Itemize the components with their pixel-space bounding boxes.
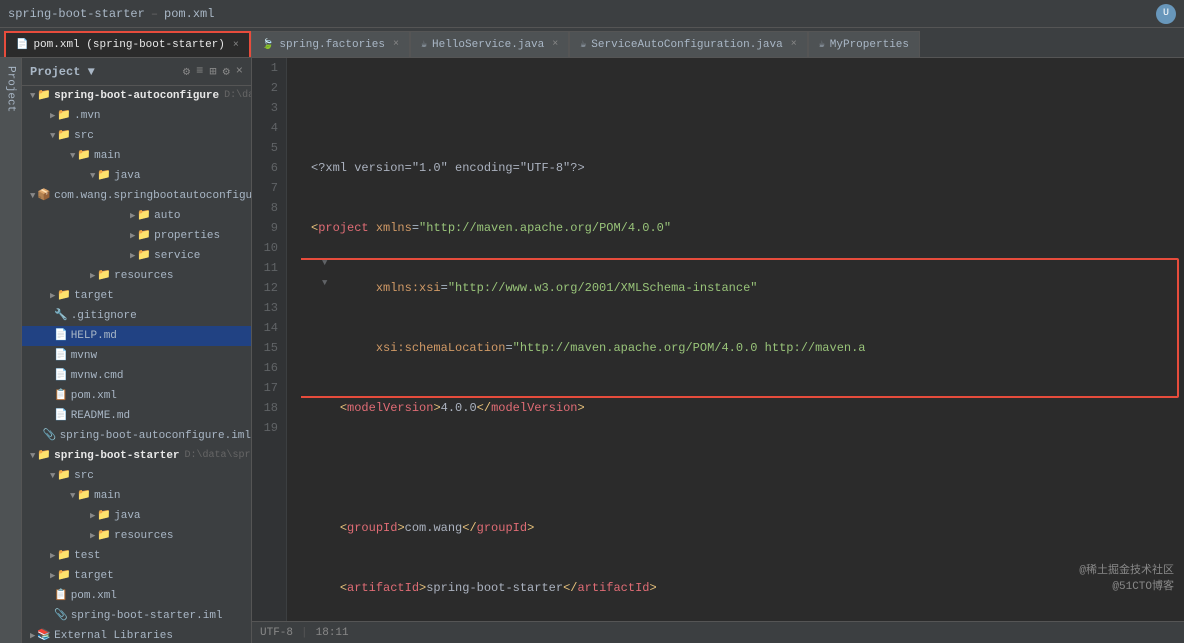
sidebar-header: Project ▼ ⚙ ≡ ⊞ ⚙ × <box>22 58 251 86</box>
tree-item-package-auto[interactable]: ▼ 📦 com.wang.springbootautoconfigure <box>22 186 251 206</box>
tree-item-pom-xml-auto[interactable]: 📋 pom.xml <box>22 386 251 406</box>
sidebar-dropdown[interactable]: Project ▼ <box>30 65 95 79</box>
sidebar: Project ▼ ⚙ ≡ ⊞ ⚙ × ▼ 📁 spring-boot-auto… <box>22 58 252 643</box>
tab-close-pom-xml[interactable]: × <box>233 40 239 51</box>
autoconfigure-name: spring-boot-autoconfigure <box>54 86 219 106</box>
watermark: @稀土掘金技术社区 @51CTO博客 <box>1079 561 1174 593</box>
tab-my-properties-label: MyProperties <box>830 39 909 51</box>
tab-spring-factories-label: spring.factories <box>279 39 385 51</box>
line-numbers: 1 2 3 4 5 6 7 8 9 10 11 12 13 14 15 16 1 <box>252 58 287 621</box>
tab-service-icon: ☕ <box>580 39 586 51</box>
tab-service-auto-config[interactable]: ☕ ServiceAutoConfiguration.java × <box>569 31 807 57</box>
tree-item-resources-auto[interactable]: ▶ 📁 resources <box>22 266 251 286</box>
title-project: spring-boot-starter <box>8 7 145 21</box>
tab-bar: 📄 pom.xml (spring-boot-starter) × 🍃 spri… <box>0 28 1184 58</box>
code-line-1: <?xml version="1.0" encoding="UTF-8"?> <box>311 158 1184 178</box>
tree-item-service-folder[interactable]: ▶ 📁 service <box>22 246 251 266</box>
avatar-initial: U <box>1163 8 1169 19</box>
editor-content[interactable]: 1 2 3 4 5 6 7 8 9 10 11 12 13 14 15 16 1 <box>252 58 1184 621</box>
tree-item-mvn[interactable]: ▶ 📁 .mvn <box>22 106 251 126</box>
tab-xml-icon: 📄 <box>16 39 28 51</box>
tab-close-hello[interactable]: × <box>552 39 558 50</box>
avatar: U <box>1156 4 1176 24</box>
tab-hello-service[interactable]: ☕ HelloService.java × <box>410 31 569 57</box>
layout-icon[interactable]: ≡ <box>196 64 203 79</box>
title-file: pom.xml <box>164 7 214 21</box>
code-line-7: <groupId>com.wang</groupId> <box>311 518 1184 538</box>
tree-item-mvnw[interactable]: 📄 mvnw <box>22 346 251 366</box>
title-separator: – <box>151 7 158 21</box>
sidebar-panel: Project Project ▼ ⚙ ≡ ⊞ ⚙ × ▼ 📁 spri <box>0 58 252 643</box>
sidebar-header-icons: ⚙ ≡ ⊞ ⚙ × <box>183 64 243 79</box>
settings-icon[interactable]: ⚙ <box>183 64 190 79</box>
tree-item-properties-folder[interactable]: ▶ 📁 properties <box>22 226 251 246</box>
status-sep1: | <box>301 627 308 639</box>
tree-item-gitignore[interactable]: 🔧 .gitignore <box>22 306 251 326</box>
tab-hello-service-label: HelloService.java <box>432 39 544 51</box>
status-line-col: 18:11 <box>316 627 349 639</box>
main-area: Project Project ▼ ⚙ ≡ ⊞ ⚙ × ▼ 📁 spri <box>0 58 1184 643</box>
tree-item-pom-xml-starter[interactable]: 📋 pom.xml <box>22 586 251 606</box>
tree-item-mvnw-cmd[interactable]: 📄 mvnw.cmd <box>22 366 251 386</box>
close-sidebar-icon[interactable]: × <box>236 64 243 79</box>
tree-item-target-starter[interactable]: ▶ 📁 target <box>22 566 251 586</box>
project-tab-label: Project <box>5 66 17 112</box>
status-encoding: UTF-8 <box>260 627 293 639</box>
expand-icon[interactable]: ⊞ <box>209 64 216 79</box>
code-area[interactable]: <?xml version="1.0" encoding="UTF-8"?> <… <box>301 58 1184 621</box>
project-tab-vertical[interactable]: Project <box>0 58 22 643</box>
code-line-5: <modelVersion>4.0.0</modelVersion> <box>311 398 1184 418</box>
tree-item-main-starter[interactable]: ▼ 📁 main <box>22 486 251 506</box>
watermark-line2: @51CTO博客 <box>1079 577 1174 593</box>
tree-item-starter[interactable]: ▼ 📁 spring-boot-starter D:\data\spring-b… <box>22 446 251 466</box>
tree-item-src-auto[interactable]: ▼ 📁 src <box>22 126 251 146</box>
tab-pom-xml-label: pom.xml (spring-boot-starter) <box>33 39 224 51</box>
editor: 1 2 3 4 5 6 7 8 9 10 11 12 13 14 15 16 1 <box>252 58 1184 643</box>
tab-pom-xml[interactable]: 📄 pom.xml (spring-boot-starter) × <box>4 31 251 57</box>
tree-item-java-auto[interactable]: ▼ 📁 java <box>22 166 251 186</box>
tree-item-auto-iml[interactable]: 📎 spring-boot-autoconfigure.iml <box>22 426 251 446</box>
code-line-6 <box>311 458 1184 478</box>
title-bar: spring-boot-starter – pom.xml U <box>0 0 1184 28</box>
tree-item-resources-starter[interactable]: ▶ 📁 resources <box>22 526 251 546</box>
status-bar: UTF-8 | 18:11 <box>252 621 1184 643</box>
tree-item-ext-libraries[interactable]: ▶ 📚 External Libraries <box>22 626 251 643</box>
tree-item-target-auto[interactable]: ▶ 📁 target <box>22 286 251 306</box>
editor-wrapper: 1 2 3 4 5 6 7 8 9 10 11 12 13 14 15 16 1 <box>252 58 1184 621</box>
code-line-3: xmlns:xsi="http://www.w3.org/2001/XMLSch… <box>311 278 1184 298</box>
tree-item-src-starter[interactable]: ▼ 📁 src <box>22 466 251 486</box>
tab-close-service[interactable]: × <box>791 39 797 50</box>
tree-item-autoconfigure[interactable]: ▼ 📁 spring-boot-autoconfigure D:\data\sp… <box>22 86 251 106</box>
tab-spring-factories[interactable]: 🍃 spring.factories × <box>251 31 410 57</box>
tree-item-java-starter[interactable]: ▶ 📁 java <box>22 506 251 526</box>
tab-factories-icon: 🍃 <box>262 39 274 51</box>
tree-item-readme-md[interactable]: 📄 README.md <box>22 406 251 426</box>
fold-icon-11[interactable]: ▼ <box>322 258 327 268</box>
tab-properties-icon: ☕ <box>819 39 825 51</box>
tree-item-starter-iml[interactable]: 📎 spring-boot-starter.iml <box>22 606 251 626</box>
code-line-4: xsi:schemaLocation="http://maven.apache.… <box>311 338 1184 358</box>
tree-item-help-md[interactable]: 📄 HELP.md <box>22 326 251 346</box>
tab-hello-icon: ☕ <box>421 39 427 51</box>
tree-root: ▼ 📁 spring-boot-autoconfigure D:\data\sp… <box>22 86 251 643</box>
tab-close-factories[interactable]: × <box>393 39 399 50</box>
tab-my-properties[interactable]: ☕ MyProperties <box>808 31 920 57</box>
code-line-8: <artifactId>spring-boot-starter</artifac… <box>311 578 1184 598</box>
tab-service-auto-config-label: ServiceAutoConfiguration.java <box>591 39 782 51</box>
gear-icon[interactable]: ⚙ <box>223 64 230 79</box>
fold-icon-12[interactable]: ▼ <box>322 278 327 288</box>
code-line-2: <project xmlns="http://maven.apache.org/… <box>311 218 1184 238</box>
watermark-line1: @稀土掘金技术社区 <box>1079 561 1174 577</box>
tree-item-main-auto[interactable]: ▼ 📁 main <box>22 146 251 166</box>
tree-item-auto-folder[interactable]: ▶ 📁 auto <box>22 206 251 226</box>
tree-item-test-starter[interactable]: ▶ 📁 test <box>22 546 251 566</box>
